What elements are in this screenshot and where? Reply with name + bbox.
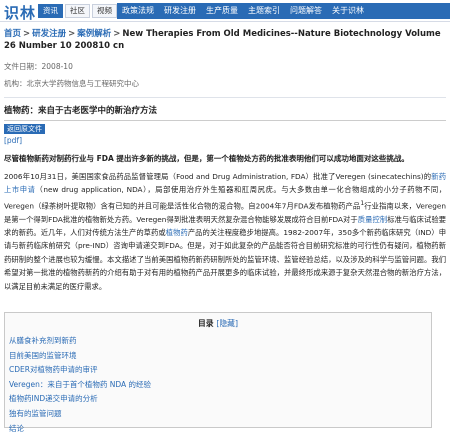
divider bbox=[4, 97, 446, 98]
toc-item[interactable]: 从膳食补充剂到新药 bbox=[9, 334, 431, 349]
breadcrumb-rnd[interactable]: 研发注册 bbox=[32, 29, 66, 39]
toc-item[interactable]: 目前美国的监管环境 bbox=[9, 349, 431, 364]
breadcrumb-sep: > bbox=[113, 29, 121, 39]
institution: 机构：北京大学药物信息与工程研究中心 bbox=[4, 79, 139, 88]
botanical-drug-link[interactable]: 植物药 bbox=[166, 228, 188, 237]
toc-list: 从膳食补充剂到新药 目前美国的监管环境 CDER对植物药申请的审评 Verege… bbox=[5, 334, 431, 436]
breadcrumb-case[interactable]: 案例解析 bbox=[77, 29, 111, 39]
toc-hide-toggle[interactable]: [隐藏] bbox=[216, 319, 238, 328]
title-rule bbox=[4, 120, 446, 121]
toc-item[interactable]: 植物药IND递交申请的分析 bbox=[9, 392, 431, 407]
nav-quality[interactable]: 生产质量 bbox=[201, 3, 243, 19]
article-title: 植物药：来自于古老医学中的新治疗方法 bbox=[4, 106, 158, 116]
quality-control-link[interactable]: 质量控制 bbox=[358, 215, 387, 224]
main-content: 首页 > 研发注册 > 案例解析 > New Therapies From Old Medi… bbox=[0, 22, 450, 293]
tab-news[interactable]: 资讯 bbox=[38, 4, 63, 18]
file-date: 文件日期：2008-10 bbox=[4, 62, 73, 71]
breadcrumb: 首页 > 研发注册 > 案例解析 > New Therapies From Old Medi… bbox=[4, 28, 446, 52]
toc-item[interactable]: 独有的监管问题 bbox=[9, 407, 431, 422]
toc-title: 目录 bbox=[198, 319, 214, 328]
search-tabs: 资讯 社区 视频 bbox=[38, 4, 117, 18]
nav-policy[interactable]: 政策法规 bbox=[117, 3, 159, 19]
body-paragraph: 2006年10月31日，美国国家食品药品监督管理局（Food and Drug … bbox=[4, 170, 446, 293]
body-text-5: 产品的关注程度稳步地提高。1982-2007年，350多个新药临床研究（IND）… bbox=[4, 228, 447, 291]
nav-about[interactable]: 关于识林 bbox=[327, 3, 369, 19]
nav-topics[interactable]: 主题索引 bbox=[243, 3, 285, 19]
breadcrumb-sep: > bbox=[23, 29, 31, 39]
top-bar: 识林 资讯 社区 视频 政策法规 研发注册 生产质量 主题索引 问题解答 关于识… bbox=[0, 0, 450, 22]
breadcrumb-home[interactable]: 首页 bbox=[4, 29, 21, 39]
tab-community[interactable]: 社区 bbox=[65, 4, 90, 18]
body-text-1: 2006年10月31日，美国国家食品药品监督管理局（Food and Drug … bbox=[4, 172, 432, 181]
nav-rnd[interactable]: 研发注册 bbox=[159, 3, 201, 19]
tab-video[interactable]: 视频 bbox=[92, 4, 117, 18]
toc-item[interactable]: Veregen：来自于首个植物药 NDA 的经验 bbox=[9, 378, 431, 393]
breadcrumb-sep: > bbox=[68, 29, 76, 39]
back-to-original-button[interactable]: 返回原文件 bbox=[4, 124, 45, 134]
main-nav: 政策法规 研发注册 生产质量 主题索引 问题解答 关于识林 bbox=[117, 3, 450, 19]
table-of-contents: 目录 [隐藏] 从膳食补充剂到新药 目前美国的监管环境 CDER对植物药申请的审… bbox=[4, 312, 432, 433]
toc-header: 目录 [隐藏] bbox=[5, 318, 431, 329]
lead-paragraph: 尽管植物新药对制药行业与 FDA 提出许多新的挑战，但是，第一个植物处方药的批准… bbox=[4, 154, 409, 163]
site-logo[interactable]: 识林 bbox=[4, 2, 36, 23]
pdf-link[interactable]: [pdf] bbox=[4, 136, 446, 145]
toc-item[interactable]: 结论 bbox=[9, 422, 431, 437]
toc-item[interactable]: CDER对植物药申请的审评 bbox=[9, 363, 431, 378]
nav-faq[interactable]: 问题解答 bbox=[285, 3, 327, 19]
